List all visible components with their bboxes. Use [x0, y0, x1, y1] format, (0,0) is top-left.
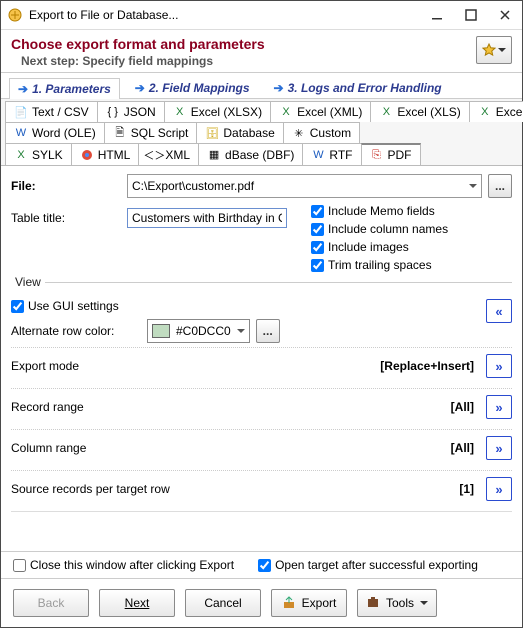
format-database[interactable]: 🗄Database [196, 122, 283, 143]
app-icon [7, 7, 23, 23]
excel-icon: X [379, 105, 393, 119]
custom-icon: ✳ [292, 126, 306, 140]
next-button[interactable]: Next [99, 589, 175, 617]
source-records-label: Source records per target row [11, 482, 453, 496]
xml-icon: ＜＞ [147, 148, 161, 162]
view-group: View Use GUI settings Alternate row colo… [11, 282, 512, 343]
close-after-export-checkbox[interactable]: Close this window after clicking Export [13, 558, 234, 572]
maximize-button[interactable] [454, 1, 488, 29]
column-range-expand-button[interactable]: » [486, 436, 512, 460]
minimize-button[interactable] [420, 1, 454, 29]
chevron-down-icon [498, 48, 506, 56]
record-range-expand-button[interactable]: » [486, 395, 512, 419]
source-records-value: [1] [459, 482, 474, 496]
format-word-ole[interactable]: WWord (OLE) [5, 122, 105, 143]
export-button[interactable]: Export [271, 589, 347, 617]
star-icon [482, 43, 496, 57]
export-icon [282, 596, 296, 610]
text-icon: 📄 [14, 105, 28, 119]
column-range-value: [All] [451, 441, 474, 455]
export-mode-expand-button[interactable]: » [486, 354, 512, 378]
pdf-icon: ⎘ [370, 148, 384, 162]
window-title: Export to File or Database... [29, 8, 420, 22]
arrow-icon: ➔ [18, 82, 28, 96]
format-dbase[interactable]: ▦dBase (DBF) [198, 143, 303, 165]
format-json[interactable]: { }JSON [97, 101, 165, 122]
record-range-value: [All] [451, 400, 474, 414]
format-html[interactable]: HTML [71, 143, 140, 165]
source-records-expand-button[interactable]: » [486, 477, 512, 501]
excel-icon: X [478, 105, 492, 119]
alt-row-color-picker[interactable]: #C0DCC0 [147, 319, 250, 343]
use-gui-settings-checkbox[interactable]: Use GUI settings [11, 299, 476, 313]
wizard-tabs: ➔1. Parameters ➔2. Field Mappings ➔3. Lo… [1, 73, 522, 99]
view-group-label: View [11, 275, 45, 289]
html-icon [80, 148, 94, 162]
bottom-options: Close this window after clicking Export … [1, 551, 522, 579]
tools-icon [366, 596, 380, 610]
format-excel-xml[interactable]: XExcel (XML) [270, 101, 371, 122]
tab-field-mappings[interactable]: ➔2. Field Mappings [126, 77, 259, 98]
cancel-button[interactable]: Cancel [185, 589, 261, 617]
excel-icon: X [173, 105, 187, 119]
titlebar: Export to File or Database... [1, 1, 522, 30]
open-target-checkbox[interactable]: Open target after successful exporting [258, 558, 478, 572]
alt-row-color-label: Alternate row color: [11, 324, 141, 338]
format-xlsx[interactable]: XExcel (XLSX) [164, 101, 271, 122]
arrow-icon: ➔ [274, 81, 284, 95]
export-mode-label: Export mode [11, 359, 374, 373]
database-icon: 🗄 [205, 126, 219, 140]
format-tabs: 📄Text / CSV { }JSON XExcel (XLSX) XExcel… [1, 99, 522, 166]
trim-spaces-checkbox[interactable]: Trim trailing spaces [311, 258, 448, 272]
button-bar: Back Next Cancel Export Tools [1, 579, 522, 627]
column-range-label: Column range [11, 441, 445, 455]
format-xls[interactable]: XExcel (XLS) [370, 101, 469, 122]
tab-logs[interactable]: ➔3. Logs and Error Handling [265, 77, 451, 98]
format-pdf[interactable]: ⎘PDF [361, 143, 421, 165]
export-dialog: Export to File or Database... Choose exp… [0, 0, 523, 628]
format-sql-script[interactable]: 🗎SQL Script [104, 122, 198, 143]
file-label: File: [11, 179, 121, 193]
header-subtitle: Next step: Specify field mappings [21, 54, 476, 68]
header-title: Choose export format and parameters [11, 36, 476, 52]
export-mode-row: Export mode [Replace+Insert] » [11, 347, 512, 384]
parameters-panel: File: C:\Export\customer.pdf ... Table t… [1, 166, 522, 551]
excel-icon: X [14, 148, 28, 162]
format-xml[interactable]: ＜＞XML [138, 143, 199, 165]
close-button[interactable] [488, 1, 522, 29]
rtf-icon: W [311, 148, 325, 162]
column-range-row: Column range [All] » [11, 429, 512, 466]
include-columns-checkbox[interactable]: Include column names [311, 222, 448, 236]
include-images-checkbox[interactable]: Include images [311, 240, 448, 254]
alt-row-color-more-button[interactable]: ... [256, 319, 280, 343]
format-custom[interactable]: ✳Custom [283, 122, 360, 143]
arrow-icon: ➔ [135, 81, 145, 95]
record-range-label: Record range [11, 400, 445, 414]
table-title-input[interactable] [127, 208, 287, 228]
table-title-label: Table title: [11, 211, 121, 225]
file-path-combo[interactable]: C:\Export\customer.pdf [127, 174, 482, 198]
color-swatch [152, 324, 170, 338]
format-rtf[interactable]: WRTF [302, 143, 361, 165]
chevron-down-icon [420, 601, 428, 609]
tools-button[interactable]: Tools [357, 589, 437, 617]
export-mode-value: [Replace+Insert] [380, 359, 474, 373]
word-icon: W [14, 126, 28, 140]
back-button[interactable]: Back [13, 589, 89, 617]
browse-file-button[interactable]: ... [488, 174, 512, 198]
format-excel-ole[interactable]: XExcel (OLE) [469, 101, 523, 122]
sql-icon: 🗎 [113, 126, 127, 140]
record-range-row: Record range [All] » [11, 388, 512, 425]
json-icon: { } [106, 105, 120, 119]
format-sylk[interactable]: XSYLK [5, 143, 72, 165]
tab-parameters[interactable]: ➔1. Parameters [9, 78, 120, 99]
format-text-csv[interactable]: 📄Text / CSV [5, 101, 98, 122]
source-records-row: Source records per target row [1] » [11, 470, 512, 507]
excel-icon: X [279, 105, 293, 119]
include-memo-checkbox[interactable]: Include Memo fields [311, 204, 448, 218]
favorites-button[interactable] [476, 36, 512, 64]
header: Choose export format and parameters Next… [1, 30, 522, 72]
dbf-icon: ▦ [207, 148, 221, 162]
view-collapse-button[interactable]: « [486, 299, 512, 323]
